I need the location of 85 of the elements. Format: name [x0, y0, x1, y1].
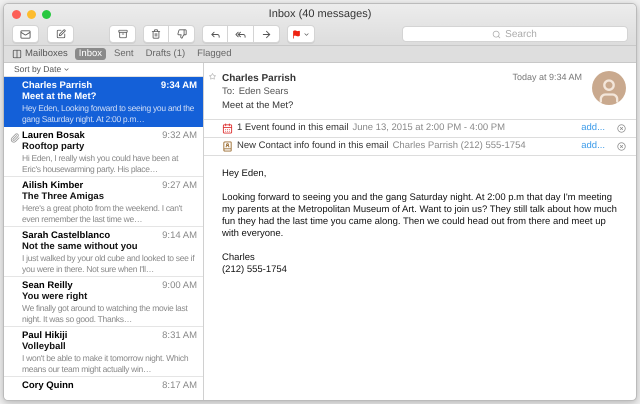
close-button[interactable] — [12, 10, 21, 18]
sender-name: Charles Parrish — [222, 72, 296, 86]
message-time: 9:14 AM — [162, 230, 197, 241]
flag-button[interactable] — [287, 25, 315, 43]
forward-button[interactable] — [254, 25, 280, 43]
message-preview: Hi Eden, I really wish you could have been at Eric's housewarming party. His place… — [22, 153, 180, 175]
junk-button[interactable] — [169, 25, 195, 43]
message-row[interactable]: Charles Parrish 9:34 AM Meet at the Met? Hey Eden, Looking forward to seeing you and the gang Saturday night. At 2:00 p.m… — [4, 77, 203, 127]
reply-button[interactable] — [202, 25, 228, 43]
message-subject: The Three Amigas — [22, 191, 106, 203]
mailbox-tab[interactable]: Flagged — [193, 48, 236, 60]
address-book-icon — [222, 141, 233, 152]
sort-button[interactable]: Sort by Date — [14, 63, 70, 76]
add-link[interactable]: add... — [581, 121, 605, 136]
message-date: Today at 9:34 AM — [512, 71, 582, 84]
sender-name: Lauren Bosak — [22, 130, 85, 141]
message-subject: Meet at the Met? — [22, 91, 98, 103]
compose-icon — [56, 29, 66, 39]
message-time: 9:32 AM — [162, 130, 197, 141]
sidebar-icon — [12, 49, 22, 59]
caret-icon — [63, 66, 70, 73]
compose-button[interactable] — [47, 25, 74, 43]
message-preview: I just walked by your old cube and looked to see if you were in there. Not sure when I'll… — [22, 253, 196, 275]
message-row[interactable]: Ailish Kimber 9:27 AM The Three Amigas Here's a great photo from the weekend. I can't even remember the last time we… — [4, 177, 203, 227]
message-time: 9:00 AM — [162, 280, 197, 291]
reply-icon — [210, 28, 220, 40]
trash-icon — [151, 29, 161, 39]
message-preview: I won't be able to make it tomorrow night. Which means our team might actually win… — [22, 353, 190, 375]
dismiss-icon[interactable] — [617, 142, 626, 151]
detector-detail: June 13, 2015 at 2:00 PM - 4:00 PM — [352, 121, 506, 136]
detector-label: 1 Event found in this email — [237, 121, 348, 136]
flag-icon — [292, 30, 301, 38]
mailbox-tab[interactable]: Inbox — [74, 48, 106, 60]
thumbs-down-icon — [176, 29, 186, 39]
archive-box-icon — [118, 29, 128, 39]
envelope-icon — [20, 28, 31, 40]
add-link[interactable]: add... — [581, 139, 605, 154]
message-time: 9:27 AM — [162, 180, 197, 191]
message-preview: Here's a great photo from the weekend. I can't even remember the last time we… — [22, 203, 184, 225]
sender-name: Sean Reilly — [22, 280, 73, 291]
caret-icon — [303, 30, 310, 38]
message-subject: Volleyball — [22, 341, 67, 353]
message-row[interactable]: Lauren Bosak 9:32 AM Rooftop party Hi Eden, I really wish you could have been at Eric's housewarming party. His place… — [4, 127, 203, 177]
body-paragraph: Looking forward to seeing you and the gang Saturday night. At 2:00 p.m that day I'm meeting my parents at the Metropolitan Museum of Art. Want to join us? They still talk about how much fun they had the last time you came along. Then we could head out from there and meet up with everyone. — [222, 192, 618, 240]
sender-name: Sarah Castelblanco — [22, 230, 110, 241]
sender-name: Paul Hikiji — [22, 330, 68, 341]
forward-icon — [261, 28, 272, 40]
get-mail-button[interactable] — [12, 25, 39, 43]
message-time: 8:31 AM — [162, 330, 197, 341]
calendar-icon — [222, 123, 233, 134]
sender-name: Charles Parrish — [22, 80, 92, 91]
signature-line: Charles — [222, 252, 256, 264]
search-icon — [492, 30, 501, 39]
reply-all-button[interactable] — [228, 25, 254, 43]
message-subject: Meet at the Met? — [222, 99, 294, 113]
message-subject: Not the same without you — [22, 241, 139, 253]
body-paragraph: Hey Eden, — [222, 168, 268, 180]
message-row[interactable]: Paul Hikiji 8:31 AM Volleyball I won't be able to make it tomorrow night. Which means our team might actually win… — [4, 327, 203, 377]
detector-label: New Contact info found in this email — [237, 139, 389, 154]
message-preview: Hey Eden, Looking forward to seeing you and the gang Saturday night. At 2:00 p.m… — [22, 103, 196, 125]
message-time: 9:34 AM — [160, 80, 197, 91]
window-title: Inbox (40 messages) — [268, 6, 372, 22]
message-time: 8:17 AM — [162, 380, 197, 391]
signature-line: (212) 555-1754 — [222, 264, 288, 276]
star-icon[interactable] — [209, 73, 216, 80]
mailbox-tab[interactable]: Drafts (1) — [142, 48, 190, 60]
sender-name: Ailish Kimber — [22, 180, 84, 191]
reply-all-icon — [235, 28, 246, 40]
detector-detail: Charles Parrish (212) 555-1754 — [392, 139, 526, 154]
message-row[interactable]: Sean Reilly 9:00 AM You were right We finally got around to watching the movie last night. It was so good. Thanks… — [4, 277, 203, 327]
mailbox-tab[interactable]: Sent — [110, 48, 138, 60]
avatar — [592, 71, 626, 105]
message-row[interactable]: Cory Quinn 8:17 AM — [4, 377, 203, 400]
message-subject: Rooftop party — [22, 141, 86, 153]
message-preview: We finally got around to watching the movie last night. It was so good. Thanks… — [22, 303, 189, 325]
trash-button[interactable] — [143, 25, 169, 43]
to-label: To: — [222, 85, 235, 99]
search-field[interactable]: Search — [402, 26, 628, 42]
message-subject: You were right — [22, 291, 88, 303]
message-row[interactable]: Sarah Castelblanco 9:14 AM Not the same without you I just walked by your old cube and looked to see if you were in there. Not sure when I'll… — [4, 227, 203, 277]
dismiss-icon[interactable] — [617, 124, 626, 133]
sender-name: Cory Quinn — [22, 380, 74, 391]
archive-button[interactable] — [109, 25, 136, 43]
recipient-name: Eden Sears — [238, 85, 288, 99]
mailboxes-button[interactable]: Mailboxes — [9, 46, 71, 62]
